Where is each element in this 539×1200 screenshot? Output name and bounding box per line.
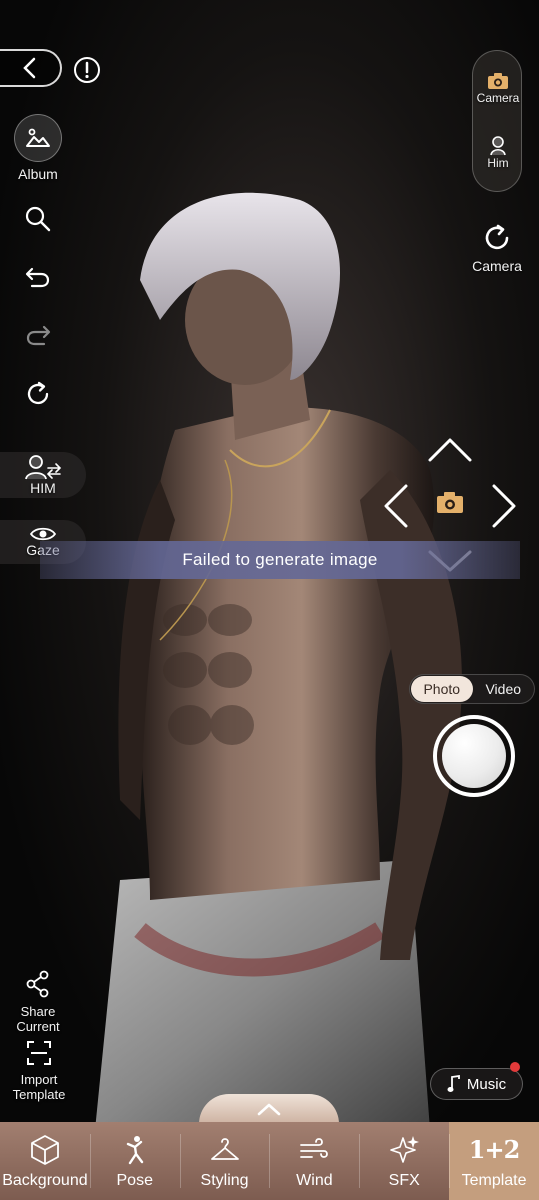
pan-right-arrow[interactable] [492,484,516,528]
rotate-icon [485,224,509,250]
nav-template-label: Template [461,1172,527,1189]
nav-wind[interactable]: Wind [269,1122,359,1200]
reset-icon[interactable] [24,380,52,408]
person-icon [490,136,506,156]
him-label: HIM [30,480,56,496]
nav-sfx-label: SFX [388,1172,420,1189]
search-icon[interactable] [24,205,52,233]
redo-icon [26,325,51,346]
video-mode-option[interactable]: Video [473,676,535,702]
bottom-nav: Background Pose Styling Wind SFX 1+2 Tem… [0,1122,539,1200]
undo-icon[interactable] [24,263,52,291]
sparkle-icon [390,1136,420,1163]
shutter-button[interactable] [433,715,515,797]
nav-pose-label: Pose [116,1172,153,1189]
him-view-option[interactable]: Him [473,136,523,170]
camera-rotate-label: Camera [472,258,522,274]
toast-message: Failed to generate image [182,550,378,569]
expand-panel-tab[interactable] [199,1094,339,1124]
him-button[interactable]: HIM [0,452,86,498]
camera-option-label: Camera [476,91,520,105]
import-label: Import Template [12,1072,66,1102]
eye-icon [30,527,56,541]
music-button[interactable]: Music [430,1068,523,1100]
nav-background-label: Background [2,1172,88,1189]
character-swap-icon [25,455,62,480]
camera-icon [488,73,508,89]
nav-pose[interactable]: Pose [89,1122,180,1200]
view-target-switch: Camera Him [472,50,522,192]
share-label: Share Current [16,1004,60,1034]
error-toast: Failed to generate image [40,541,520,579]
album-label: Album [18,166,58,182]
nav-wind-label: Wind [296,1172,333,1189]
template-1-plus-2-icon: 1+2 [468,1135,521,1164]
back-button[interactable] [0,49,62,87]
hanger-icon [210,1138,239,1160]
music-note-icon [447,1075,460,1092]
nav-template[interactable]: 1+2 Template [449,1122,539,1200]
album-button[interactable]: Album [12,114,64,182]
share-icon [26,970,49,998]
cube-icon [31,1135,59,1165]
pose-figure-icon [126,1136,143,1165]
import-template-button[interactable]: Import Template [6,1040,72,1102]
camera-view-option[interactable]: Camera [473,71,523,105]
image-icon [26,128,50,147]
pan-up-arrow[interactable] [428,438,472,462]
chevron-up-icon [257,1103,281,1116]
pan-left-arrow[interactable] [384,484,408,528]
camera-rotate-button[interactable]: Camera [464,222,530,274]
info-icon[interactable] [72,55,102,85]
character-photo [0,0,539,1200]
notification-dot [510,1062,520,1072]
music-label: Music [466,1075,507,1093]
nav-background[interactable]: Background [0,1122,90,1200]
photo-mode-option[interactable]: Photo [411,676,473,702]
chevron-left-icon [23,57,36,79]
camera-center-icon [437,492,463,513]
nav-styling-label: Styling [200,1172,249,1189]
nav-sfx[interactable]: SFX [359,1122,449,1200]
wind-icon [300,1138,329,1158]
capture-mode-toggle: Photo Video [409,674,535,704]
share-current-button[interactable]: Share Current [10,970,66,1034]
scan-icon [27,1041,51,1065]
him-option-label: Him [487,156,509,170]
nav-styling[interactable]: Styling [179,1122,270,1200]
